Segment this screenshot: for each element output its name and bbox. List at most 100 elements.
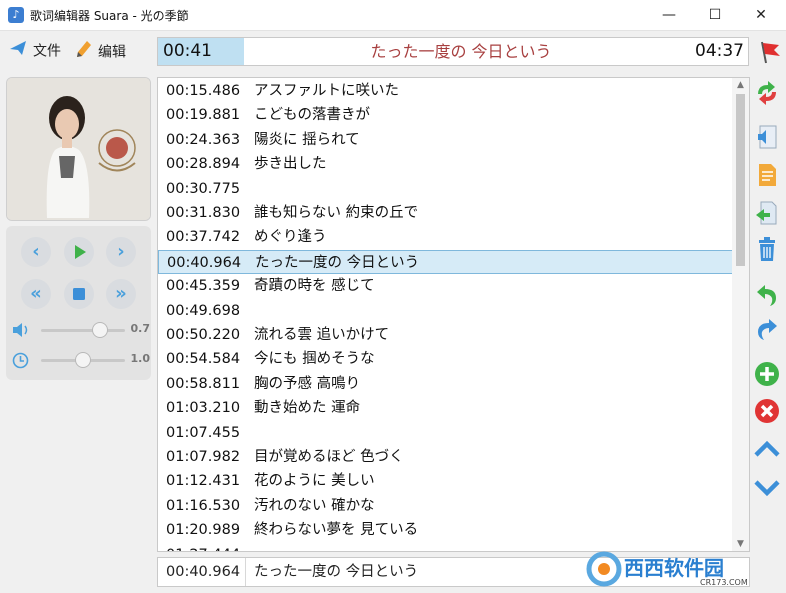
lyric-row[interactable]: 01:07.455 [158, 421, 733, 445]
edit-menu-label: 编辑 [98, 44, 126, 61]
add-line-button[interactable] [754, 361, 780, 387]
lyric-row[interactable]: 00:54.584 今にも 掴めそうな [158, 347, 733, 371]
lyric-list[interactable]: 01:27.444 01:20.989 終わらない夢を 見ている 01:16.530 汚… [157, 77, 750, 552]
redo-button[interactable] [754, 316, 780, 342]
lyric-text: 流れる雲 追いかけて [254, 327, 390, 343]
lyric-time: 00:50.220 [166, 327, 241, 343]
lyric-row[interactable]: 00:50.220 流れる雲 追いかけて [158, 323, 733, 347]
speed-knob[interactable] [75, 352, 91, 368]
editor-text-field[interactable]: たった一度の 今日という [254, 558, 418, 586]
undo-button[interactable] [754, 282, 780, 308]
rewind-button[interactable]: « [21, 279, 51, 309]
lyric-time: 01:20.989 [166, 522, 241, 539]
fast-forward-button[interactable]: » [106, 279, 136, 309]
document-icon [759, 164, 776, 186]
volume-slider[interactable]: 0.7 [12, 321, 152, 339]
lyric-text: 胸の予感 高鳴り [254, 375, 361, 392]
chevron-down-icon [754, 480, 780, 497]
edit-menu[interactable]: 编辑 [76, 40, 126, 62]
scroll-up-icon[interactable]: ▲ [732, 80, 749, 90]
lyric-time: 00:31.830 [166, 205, 241, 221]
lyric-row[interactable]: 00:24.363 陽炎に 揺られて [158, 128, 733, 152]
volume-knob[interactable] [91, 322, 108, 338]
editor-time-field[interactable]: 00:40.964 [158, 558, 246, 586]
minimize-button[interactable]: — [646, 0, 692, 31]
chevron-left-icon: ‹ [32, 241, 40, 262]
lyric-time: 01:07.982 [166, 449, 241, 465]
lyric-row-selected[interactable]: 00:40.964 たった一度の 今日という [158, 249, 733, 274]
lyric-row[interactable]: 00:45.359 奇蹟の時を 感じて [158, 274, 733, 298]
maximize-button[interactable]: ☐ [692, 0, 738, 31]
import-file-icon [756, 201, 777, 225]
lyric-time: 00:28.894 [166, 156, 241, 173]
lyric-row[interactable]: 01:16.530 汚れのない 確かな [158, 494, 733, 518]
sync-button[interactable] [754, 80, 780, 106]
remove-line-button[interactable] [754, 398, 780, 424]
audio-button[interactable] [754, 124, 780, 150]
lyric-row[interactable]: 01:07.982 目が覚めるほど 色づく [158, 445, 733, 469]
file-menu-label: 文件 [33, 43, 61, 60]
scroll-thumb[interactable] [736, 94, 745, 266]
music-note-icon: ♪ [8, 7, 24, 23]
watermark-sub: CR173.COM [700, 578, 748, 587]
lyric-row[interactable]: 01:12.431 花のように 美しい [158, 469, 733, 493]
plus-circle-icon [755, 362, 779, 386]
file-menu[interactable]: 文件 [9, 40, 61, 62]
lyric-text: 誰も知らない 約束の丘で [254, 205, 419, 221]
stop-button[interactable] [64, 279, 94, 309]
lyric-row[interactable]: 00:49.698 [158, 299, 733, 323]
refresh-arrows-icon [758, 81, 776, 105]
lyric-row[interactable]: 01:20.989 終わらない夢を 見ている [158, 518, 733, 542]
lyric-time: 01:27.444 [166, 543, 240, 551]
volume-value: 0.7 [130, 322, 151, 335]
play-icon [75, 245, 86, 259]
lyric-text: 陽炎に 揺られて [254, 131, 360, 148]
lyric-time: 01:12.431 [166, 473, 241, 490]
lyric-time: 00:15.486 [166, 83, 241, 99]
play-button[interactable] [64, 237, 94, 267]
vertical-scrollbar[interactable]: ▲ ▼ [732, 78, 749, 551]
player-controls: ‹ › « » 0.7 1.0 [6, 226, 151, 380]
trash-icon [759, 237, 775, 261]
current-time: 00:41 [158, 38, 244, 65]
lyric-row[interactable]: 00:37.742 めぐり逢う [158, 225, 733, 249]
lyric-text: 目が覚めるほど 色づく [254, 449, 404, 465]
lyric-time: 00:19.881 [166, 107, 241, 124]
lyric-row[interactable]: 00:19.881 こどもの落書きが [158, 103, 733, 127]
chevron-right-icon: › [117, 241, 125, 262]
prev-button[interactable]: ‹ [21, 237, 51, 267]
double-chevron-right-icon: » [115, 283, 127, 304]
redo-icon [758, 319, 777, 340]
lyric-row[interactable]: 00:15.486 アスファルトに咲いた [158, 79, 733, 103]
lyric-row[interactable]: 00:31.830 誰も知らない 約束の丘で [158, 201, 733, 225]
lyric-time: 00:49.698 [166, 302, 241, 319]
move-down-button[interactable] [754, 474, 780, 500]
undo-icon [757, 285, 776, 306]
close-button[interactable]: ✕ [738, 0, 784, 31]
stop-icon [73, 288, 85, 300]
lyric-time: 00:40.964 [167, 254, 242, 271]
watermark-text: 西西软件园 [624, 556, 724, 580]
audio-file-icon [758, 125, 777, 149]
speed-slider[interactable]: 1.0 [12, 351, 152, 369]
import-button[interactable] [754, 200, 780, 226]
lyric-text: たった一度の 今日という [255, 254, 420, 271]
lyric-row[interactable]: 00:28.894 歩き出した [158, 152, 733, 176]
next-button[interactable]: › [106, 237, 136, 267]
lyric-text: アスファルトに咲いた [254, 83, 399, 99]
delete-button[interactable] [754, 236, 780, 262]
lyric-row[interactable]: 01:03.210 動き始めた 運命 [158, 396, 733, 420]
close-circle-icon [755, 399, 779, 423]
flag-icon [761, 41, 780, 64]
document-button[interactable] [754, 162, 780, 188]
lyric-time: 01:16.530 [166, 497, 241, 514]
file-arrow-icon [9, 40, 27, 63]
lyric-row[interactable]: 00:58.811 胸の予感 高鳴り [158, 372, 733, 396]
lyric-time: 00:58.811 [166, 375, 241, 392]
clock-icon [12, 352, 29, 369]
lyric-row[interactable]: 00:30.775 [158, 177, 733, 201]
lyric-time: 00:54.584 [166, 351, 241, 368]
move-up-button[interactable] [754, 437, 780, 463]
double-chevron-left-icon: « [30, 283, 42, 304]
flag-button[interactable] [759, 40, 781, 64]
